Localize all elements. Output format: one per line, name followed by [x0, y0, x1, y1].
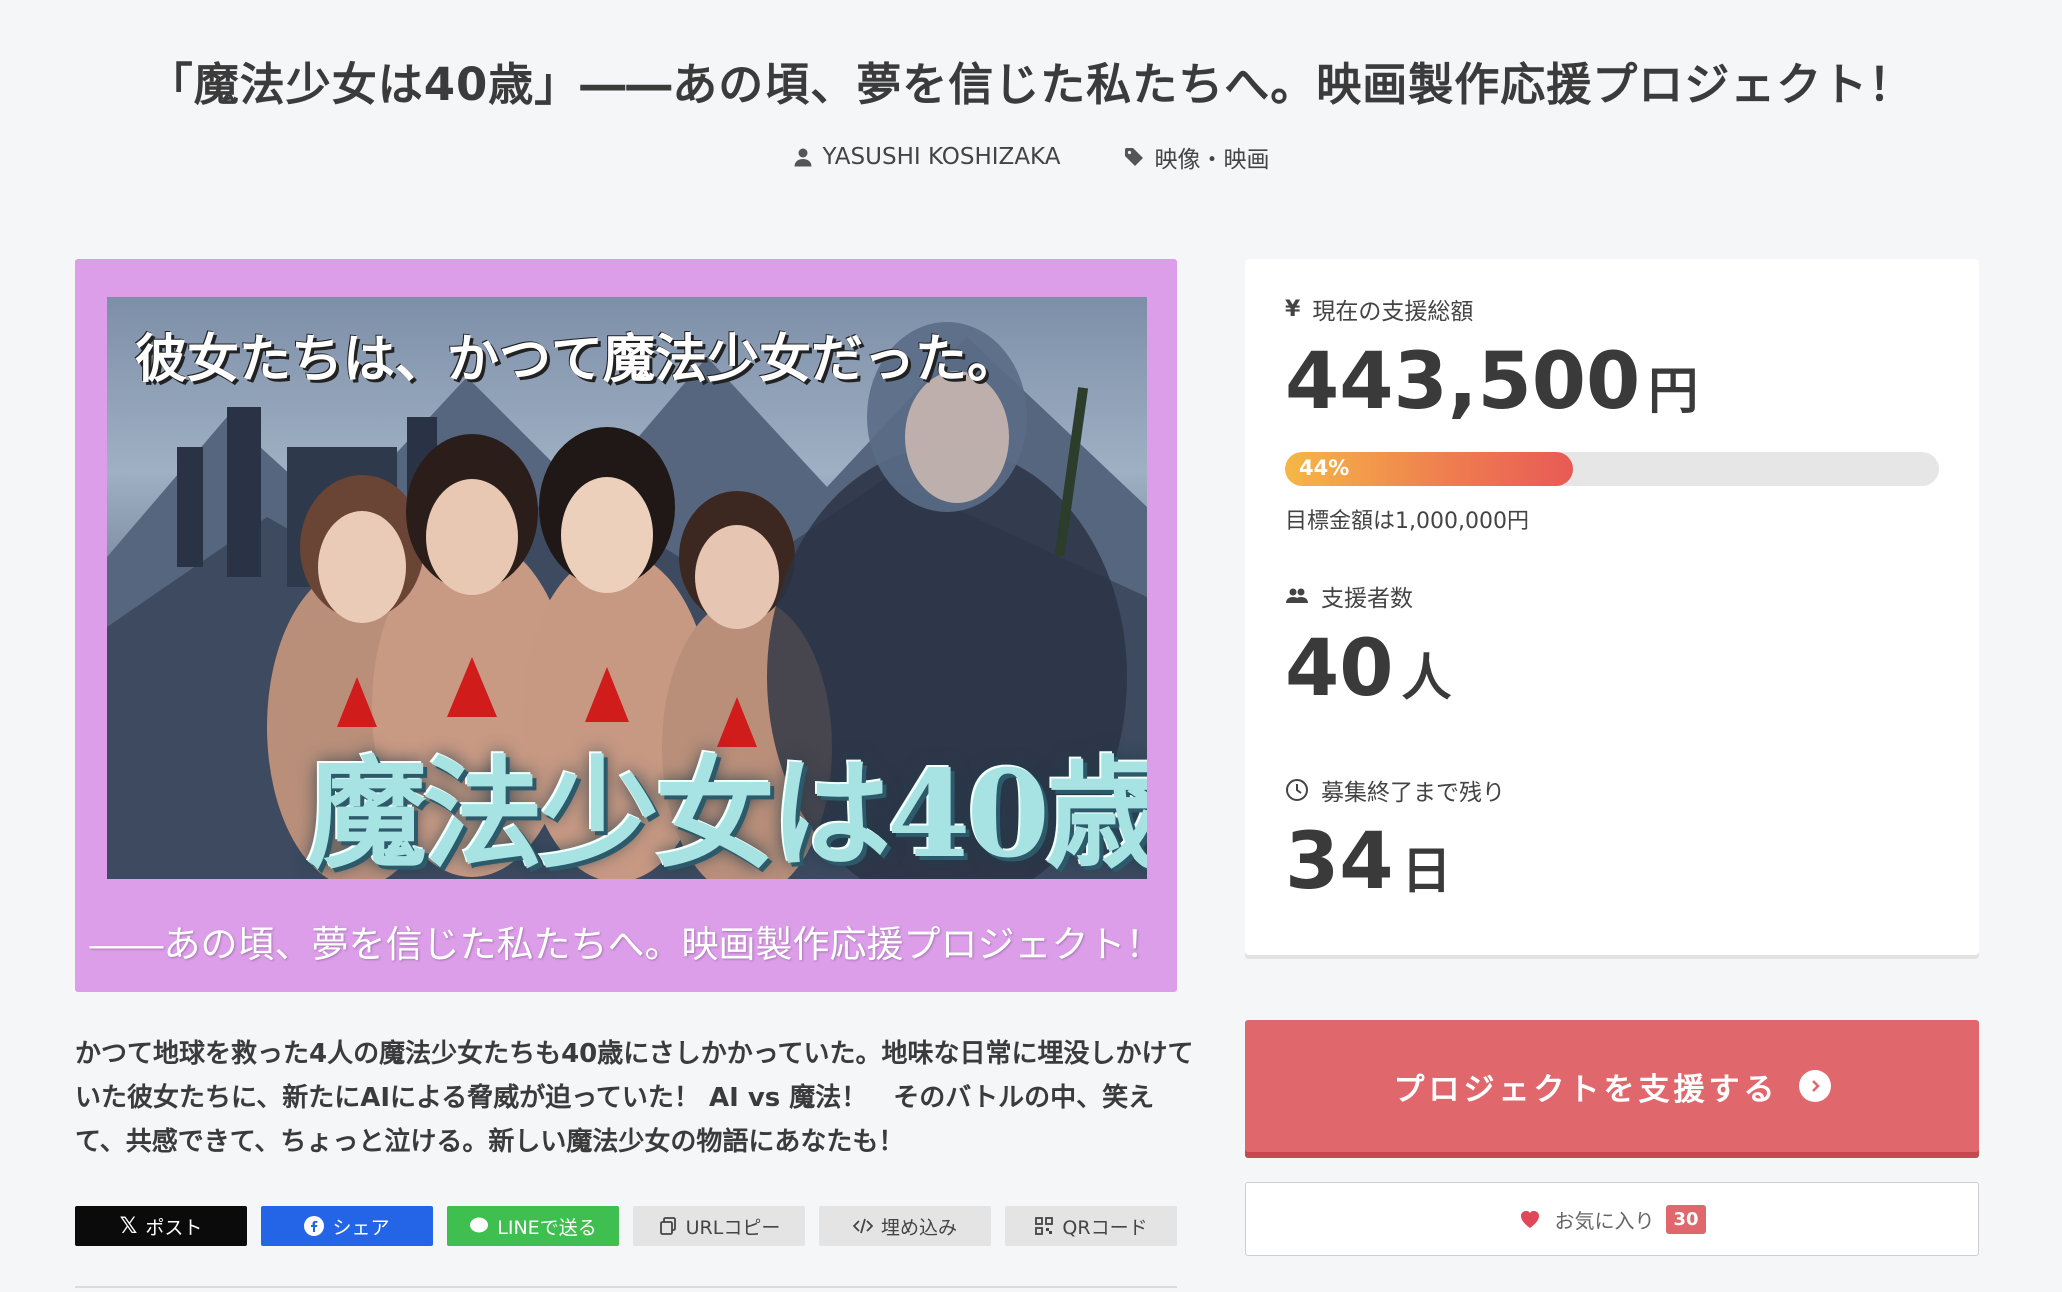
- total-amount-value: 443,500: [1285, 337, 1641, 427]
- copy-url-label: URLコピー: [685, 1216, 781, 1239]
- line-icon: [470, 1217, 489, 1233]
- progress-bar-fill: 44%: [1285, 452, 1573, 486]
- project-page: 「魔法少女は40歳」――あの頃、夢を信じた私たちへ。映画製作応援プロジェクト！ …: [0, 0, 2062, 1292]
- x-logo-icon: 𝕏: [119, 1213, 138, 1239]
- remaining-label-text: 募集終了まで残り: [1321, 780, 1505, 806]
- project-title: 「魔法少女は40歳」――あの頃、夢を信じた私たちへ。映画製作応援プロジェクト！: [147, 58, 1915, 111]
- remaining-label: 募集終了まで残り: [1285, 773, 1505, 807]
- qr-code-label: QRコード: [1062, 1216, 1148, 1239]
- share-buttons: 𝕏 ポスト シェア LINEで送る URLコピー 埋め込み QRコード: [75, 1206, 1177, 1246]
- total-label-text: 現在の支援総額: [1312, 299, 1474, 325]
- tag-icon: [1125, 148, 1144, 166]
- author-link[interactable]: YASUSHI KOSHIZAKA: [793, 140, 1061, 174]
- copy-icon: [659, 1217, 676, 1235]
- hero-scene: 彼女たちは、かつて魔法少女だった。 魔法少女は40歳: [107, 297, 1147, 879]
- backers-label: 支援者数: [1285, 579, 1413, 613]
- share-facebook-label: シェア: [332, 1216, 390, 1239]
- embed-button[interactable]: 埋め込み: [819, 1206, 991, 1246]
- backers-count-value: 40: [1285, 624, 1394, 714]
- author-name: YASUSHI KOSHIZAKA: [822, 144, 1061, 170]
- facebook-icon: [304, 1216, 325, 1236]
- share-facebook-button[interactable]: シェア: [261, 1206, 433, 1246]
- share-x-label: ポスト: [145, 1216, 203, 1239]
- remaining-days: 34 日: [1285, 817, 1452, 907]
- favorite-label: お気に入り: [1554, 1208, 1655, 1233]
- remaining-days-unit: 日: [1401, 842, 1452, 900]
- remaining-days-value: 34: [1285, 817, 1394, 907]
- qr-code-icon: [1035, 1217, 1054, 1235]
- support-button-label: プロジェクトを支援する: [1393, 1071, 1779, 1108]
- divider: [75, 1286, 1177, 1288]
- favorite-count-badge: 30: [1666, 1204, 1706, 1234]
- hero-logo-text: 魔法少女は40歳: [307, 744, 1147, 879]
- backers-label-text: 支援者数: [1321, 586, 1413, 612]
- total-label: ¥ 現在の支援総額: [1285, 292, 1473, 326]
- embed-label: 埋め込み: [880, 1216, 957, 1239]
- progress-percent: 44%: [1299, 456, 1350, 480]
- category-link[interactable]: 映像・映画: [1124, 140, 1269, 174]
- clock-icon: [1286, 779, 1308, 801]
- yen-icon: ¥: [1285, 296, 1301, 322]
- chevron-right-icon: [1798, 1070, 1831, 1102]
- project-description: かつて地球を救った4人の魔法少女たちも40歳にさしかかっていた。地味な日常に埋没…: [75, 1039, 1194, 1157]
- total-amount-unit: 円: [1648, 362, 1699, 420]
- backers-count-unit: 人: [1401, 649, 1452, 707]
- qr-code-button[interactable]: QRコード: [1005, 1206, 1177, 1246]
- stats-card: ¥ 現在の支援総額 443,500 円 44% 目標金額は1,000,000円 支…: [1245, 259, 1979, 955]
- hero-headline: 彼女たちは、かつて魔法少女だった。: [135, 329, 1020, 390]
- code-icon: [852, 1218, 873, 1234]
- heart-icon: [1521, 1211, 1540, 1228]
- favorite-button[interactable]: お気に入り 30: [1245, 1182, 1979, 1256]
- hero-subtitle: ――あの頃、夢を信じた私たちへ。映画製作応援プロジェクト！: [89, 923, 1163, 966]
- progress-bar: 44%: [1285, 452, 1939, 486]
- category-name: 映像・映画: [1154, 147, 1270, 173]
- users-icon: [1286, 588, 1308, 603]
- copy-url-button[interactable]: URLコピー: [633, 1206, 805, 1246]
- share-line-button[interactable]: LINEで送る: [447, 1206, 619, 1246]
- total-amount: 443,500 円: [1285, 337, 1698, 427]
- support-project-button[interactable]: プロジェクトを支援する: [1245, 1020, 1979, 1152]
- project-meta: YASUSHI KOSHIZAKA 映像・映画: [0, 140, 2062, 174]
- user-icon: [794, 148, 812, 167]
- backers-count: 40 人: [1285, 624, 1452, 714]
- goal-amount: 目標金額は1,000,000円: [1285, 509, 1529, 534]
- share-line-label: LINEで送る: [497, 1216, 597, 1239]
- project-hero-image: 彼女たちは、かつて魔法少女だった。 魔法少女は40歳 ――あの頃、夢を信じた私た…: [75, 259, 1177, 992]
- share-x-button[interactable]: 𝕏 ポスト: [75, 1206, 247, 1246]
